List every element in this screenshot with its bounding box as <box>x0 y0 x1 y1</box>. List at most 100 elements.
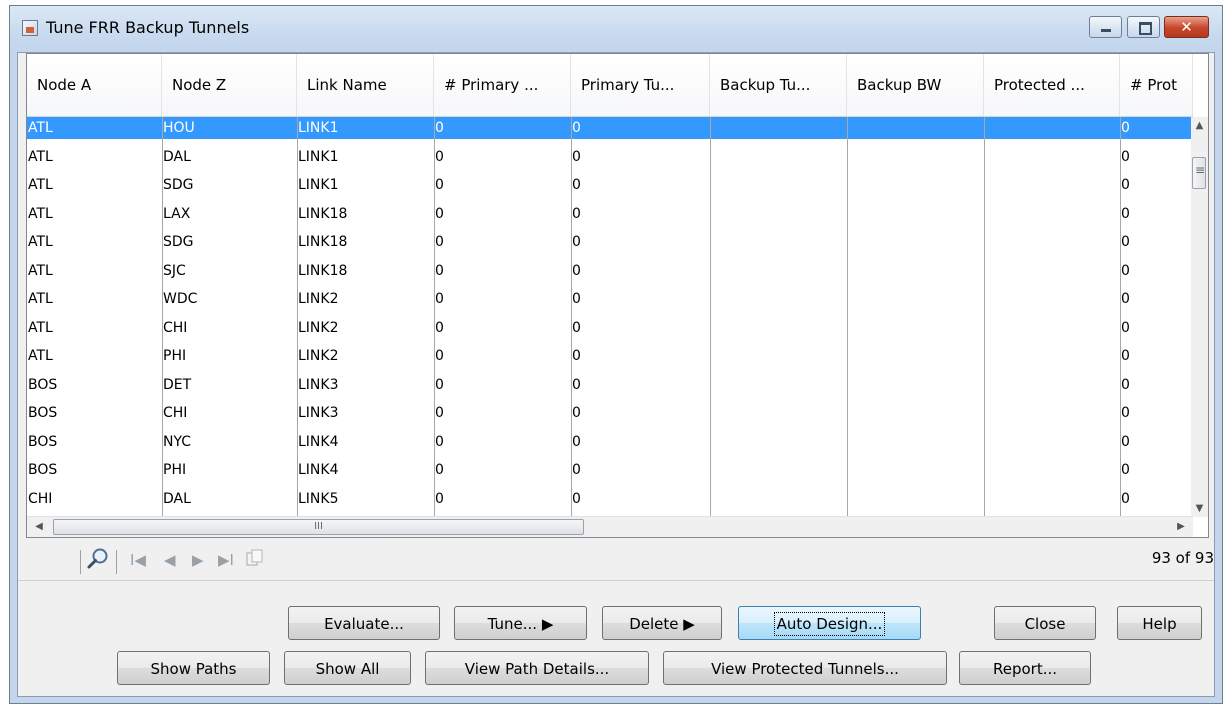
report-button[interactable]: Report... <box>959 651 1091 685</box>
cell-protected <box>984 402 1120 424</box>
help-button[interactable]: Help <box>1117 606 1202 640</box>
show-all-button[interactable]: Show All <box>284 651 411 685</box>
cell-node-a: ATL <box>28 148 53 165</box>
cell-protected <box>984 231 1120 253</box>
close-button[interactable]: Close <box>994 606 1096 640</box>
table-row[interactable]: ATL PHI LINK2 0 0 0 <box>27 345 1193 367</box>
cell-link-name: LINK2 <box>298 348 339 364</box>
cell-protected <box>984 203 1120 225</box>
horizontal-scrollbar[interactable]: ◀ III ▶ <box>27 516 1193 537</box>
cell-primary-count: 0 <box>435 348 444 364</box>
column-header-node-z[interactable]: Node Z <box>162 54 297 116</box>
table-row[interactable]: ATL DAL LINK1 0 0 0 <box>27 146 1193 168</box>
table-row[interactable]: ATL SDG LINK18 0 0 0 <box>27 231 1193 253</box>
cell-link-name: LINK3 <box>298 405 339 421</box>
view-protected-tunnels-button[interactable]: View Protected Tunnels... <box>663 651 947 685</box>
cell-backup-bw <box>847 260 984 282</box>
close-window-button[interactable]: ✕ <box>1164 16 1209 38</box>
auto-design-button[interactable]: Auto Design... <box>738 606 921 640</box>
scroll-down-arrow-icon[interactable]: ▼ <box>1191 500 1208 517</box>
cell-backup-bw <box>847 374 984 396</box>
cell-primary-tunnels: 0 <box>572 433 581 450</box>
cell-prot-count: 0 <box>1121 376 1130 393</box>
table-row[interactable]: CHI DAL LINK5 0 0 0 <box>27 488 1193 510</box>
cell-backup-bw <box>847 203 984 225</box>
table-row[interactable]: BOS DET LINK3 0 0 0 <box>27 374 1193 396</box>
search-icon[interactable] <box>86 547 110 571</box>
minimize-button[interactable] <box>1089 16 1122 38</box>
column-header-backup-tunnels[interactable]: Backup Tu... <box>710 54 847 116</box>
column-header-prot-count[interactable]: # Prot <box>1120 54 1193 116</box>
cell-backup-tunnels <box>710 431 847 453</box>
cell-node-z: LAX <box>163 205 191 222</box>
table-row[interactable]: ATL WDC LINK2 0 0 0 <box>27 288 1193 310</box>
column-header-node-a[interactable]: Node A <box>27 54 162 116</box>
cell-primary-count: 0 <box>435 319 444 336</box>
cell-primary-count: 0 <box>435 490 444 507</box>
vertical-scrollbar[interactable]: ▲ ▼ <box>1191 117 1208 517</box>
cell-node-a: ATL <box>28 319 53 336</box>
scroll-left-arrow-icon[interactable]: ◀ <box>31 517 47 537</box>
column-header-protected[interactable]: Protected ... <box>984 54 1120 116</box>
cell-link-name: LINK18 <box>298 262 348 279</box>
title-bar[interactable]: Tune FRR Backup Tunnels ✕ <box>10 6 1222 52</box>
cell-primary-tunnels: 0 <box>572 234 581 250</box>
cell-link-name: LINK1 <box>298 120 339 136</box>
first-record-icon[interactable]: I◀ <box>130 548 146 572</box>
scroll-up-arrow-icon[interactable]: ▲ <box>1191 117 1208 134</box>
table-row[interactable]: BOS NYC LINK4 0 0 0 <box>27 431 1193 453</box>
previous-record-icon[interactable]: ◀ <box>164 548 176 572</box>
show-paths-button[interactable]: Show Paths <box>117 651 270 685</box>
horizontal-scroll-thumb[interactable]: III <box>53 519 584 535</box>
tune-button[interactable]: Tune... ▶ <box>454 606 587 640</box>
view-path-details-button[interactable]: View Path Details... <box>425 651 649 685</box>
table-row[interactable]: BOS PHI LINK4 0 0 0 <box>27 459 1193 481</box>
table-row[interactable]: ATL HOU LINK1 0 0 0 <box>27 117 1193 139</box>
cell-link-name: LINK18 <box>298 234 348 250</box>
vertical-scroll-thumb[interactable] <box>1192 157 1206 189</box>
cell-backup-tunnels <box>710 374 847 396</box>
auto-design-label: Auto Design... <box>773 612 886 636</box>
table-row[interactable]: ATL CHI LINK2 0 0 0 <box>27 317 1193 339</box>
cell-primary-tunnels: 0 <box>572 262 581 279</box>
last-record-icon[interactable]: ▶I <box>218 548 234 572</box>
cell-backup-tunnels <box>710 345 847 367</box>
maximize-button[interactable] <box>1127 16 1160 38</box>
table-row[interactable]: BOS CHI LINK3 0 0 0 <box>27 402 1193 424</box>
cell-primary-tunnels: 0 <box>572 291 581 307</box>
cell-prot-count: 0 <box>1121 405 1130 421</box>
cell-prot-count: 0 <box>1121 177 1130 193</box>
cell-node-a: ATL <box>28 234 53 250</box>
cell-node-a: ATL <box>28 120 53 136</box>
next-record-icon[interactable]: ▶ <box>192 548 204 572</box>
cell-primary-count: 0 <box>435 462 444 478</box>
scroll-right-arrow-icon[interactable]: ▶ <box>1173 517 1189 537</box>
table-row[interactable]: ATL LAX LINK18 0 0 0 <box>27 203 1193 225</box>
cell-protected <box>984 317 1120 339</box>
column-header-link-name[interactable]: Link Name <box>297 54 434 116</box>
cell-backup-tunnels <box>710 117 847 139</box>
cell-prot-count: 0 <box>1121 291 1130 307</box>
cell-node-z: PHI <box>163 462 187 478</box>
app-icon <box>22 20 38 36</box>
column-divider <box>847 117 848 517</box>
cell-primary-count: 0 <box>435 234 444 250</box>
cell-protected <box>984 488 1120 510</box>
cell-protected <box>984 374 1120 396</box>
cell-protected <box>984 288 1120 310</box>
cell-protected <box>984 459 1120 481</box>
column-header-primary-count[interactable]: # Primary ... <box>434 54 571 116</box>
table-row[interactable]: ATL SDG LINK1 0 0 0 <box>27 174 1193 196</box>
cell-prot-count: 0 <box>1121 490 1130 507</box>
cell-backup-bw <box>847 459 984 481</box>
column-divider <box>984 117 985 517</box>
column-header-primary-tunnels[interactable]: Primary Tu... <box>571 54 710 116</box>
cell-node-z: DAL <box>163 148 191 165</box>
evaluate-button[interactable]: Evaluate... <box>288 606 440 640</box>
separator <box>116 550 117 574</box>
page-copy-icon[interactable] <box>246 549 264 573</box>
cell-node-a: BOS <box>28 405 58 421</box>
delete-button[interactable]: Delete ▶ <box>602 606 722 640</box>
column-header-backup-bw[interactable]: Backup BW <box>847 54 984 116</box>
table-row[interactable]: ATL SJC LINK18 0 0 0 <box>27 260 1193 282</box>
